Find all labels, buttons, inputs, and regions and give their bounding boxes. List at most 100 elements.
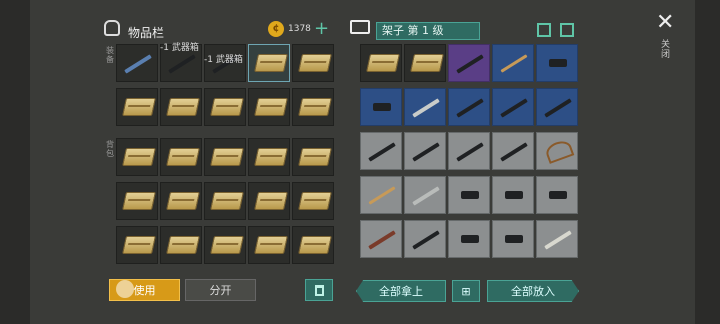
mace-icon (124, 54, 152, 74)
bat-icon (500, 54, 528, 73)
upload-icon[interactable] (560, 23, 574, 37)
crate-icon (298, 148, 332, 166)
shelf-slot[interactable] (404, 88, 446, 126)
shelf-slot[interactable] (536, 176, 578, 214)
smg-icon (373, 103, 391, 111)
rifle-icon (412, 230, 440, 250)
rifle-icon (456, 54, 484, 74)
shelf-slot[interactable] (360, 132, 402, 170)
shelf-slot[interactable] (360, 44, 402, 82)
shelf-slot[interactable] (360, 176, 402, 214)
shelf-slot[interactable] (536, 132, 578, 170)
shelf-slot[interactable] (360, 88, 402, 126)
pistol-icon (461, 191, 479, 199)
take-all-button[interactable]: 全部拿上 (356, 280, 446, 302)
cleaver-icon (412, 186, 440, 206)
crate-icon (254, 54, 288, 72)
grid-icon: ⊞ (461, 285, 471, 298)
book-stack-icon (350, 20, 370, 34)
inventory-slot[interactable] (248, 182, 290, 220)
inventory-slot[interactable] (292, 182, 334, 220)
inventory-slot[interactable] (116, 88, 158, 126)
inventory-slot[interactable] (116, 226, 158, 264)
smg-icon (505, 235, 523, 243)
weapon-box-label: -1 武器箱 (160, 43, 199, 53)
pistol-icon (505, 191, 523, 199)
smg-icon (461, 235, 479, 243)
crate-icon (254, 148, 288, 166)
equip-slot-1[interactable] (116, 44, 158, 82)
inventory-slot[interactable] (204, 88, 246, 126)
inventory-slot[interactable] (292, 138, 334, 176)
close-icon[interactable]: ✕ (656, 10, 674, 35)
close-label: 关闭 (661, 40, 671, 60)
inventory-slot[interactable] (248, 138, 290, 176)
edit-icon[interactable] (537, 23, 551, 37)
crate-icon (122, 236, 156, 254)
crate-icon (122, 192, 156, 210)
put-all-button[interactable]: 全部放入 (487, 280, 579, 302)
inventory-title: 物品栏 (128, 26, 165, 40)
crate-icon (298, 192, 332, 210)
shelf-slot[interactable] (492, 44, 534, 82)
touch-indicator (116, 280, 134, 298)
crate-icon (166, 98, 200, 116)
backpack-side-label: 背包 (106, 140, 114, 158)
equip-slot-5[interactable] (292, 44, 334, 82)
shelf-slot[interactable] (404, 176, 446, 214)
inventory-slot[interactable] (248, 226, 290, 264)
rifle-icon (544, 98, 572, 118)
plus-icon[interactable]: + (314, 18, 329, 39)
shelf-slot[interactable] (360, 220, 402, 258)
put-all-label: 全部放入 (511, 285, 555, 298)
shelf-slot[interactable] (404, 220, 446, 258)
trash-button[interactable] (305, 279, 333, 301)
use-label: 使用 (133, 284, 156, 297)
shelf-slot[interactable] (536, 220, 578, 258)
inventory-slot[interactable] (204, 182, 246, 220)
inventory-slot[interactable] (204, 138, 246, 176)
shelf-slot[interactable] (404, 132, 446, 170)
shelf-slot[interactable] (448, 132, 490, 170)
shelf-slot[interactable] (448, 88, 490, 126)
shelf-slot[interactable] (492, 176, 534, 214)
shelf-slot[interactable] (448, 44, 490, 82)
shelf-slot[interactable] (536, 88, 578, 126)
shelf-slot[interactable] (448, 220, 490, 258)
hammer-icon (368, 230, 396, 250)
crate-icon (166, 236, 200, 254)
crate-icon (210, 148, 244, 166)
inventory-slot[interactable] (116, 138, 158, 176)
inventory-slot[interactable] (160, 226, 202, 264)
rifle-icon (456, 142, 484, 162)
inventory-slot[interactable] (160, 88, 202, 126)
grid-button[interactable]: ⊞ (452, 280, 480, 302)
shelf-title: 架子 第 1 级 (376, 22, 480, 40)
inventory-slot[interactable] (292, 226, 334, 264)
shelf-slot[interactable] (492, 88, 534, 126)
crate-icon (122, 98, 156, 116)
crate-icon (210, 192, 244, 210)
equip-slot-4[interactable] (248, 44, 290, 82)
shelf-slot[interactable] (404, 44, 446, 82)
split-label: 分开 (209, 284, 232, 297)
rifle-icon (456, 98, 484, 118)
shelf-slot[interactable] (492, 132, 534, 170)
shotgun-icon (368, 142, 396, 162)
crate-icon (298, 236, 332, 254)
inventory-slot[interactable] (248, 88, 290, 126)
crate-icon (166, 148, 200, 166)
shelf-slot[interactable] (536, 44, 578, 82)
inventory-slot[interactable] (204, 226, 246, 264)
trash-icon (314, 285, 324, 296)
crossbow-icon (543, 138, 575, 164)
shelf-slot[interactable] (492, 220, 534, 258)
inventory-slot[interactable] (116, 182, 158, 220)
inventory-slot[interactable] (292, 88, 334, 126)
inventory-slot[interactable] (160, 182, 202, 220)
coin-amount: 1378 (288, 24, 311, 34)
bat-icon (368, 186, 396, 205)
shelf-slot[interactable] (448, 176, 490, 214)
split-button[interactable]: 分开 (185, 279, 256, 301)
inventory-slot[interactable] (160, 138, 202, 176)
